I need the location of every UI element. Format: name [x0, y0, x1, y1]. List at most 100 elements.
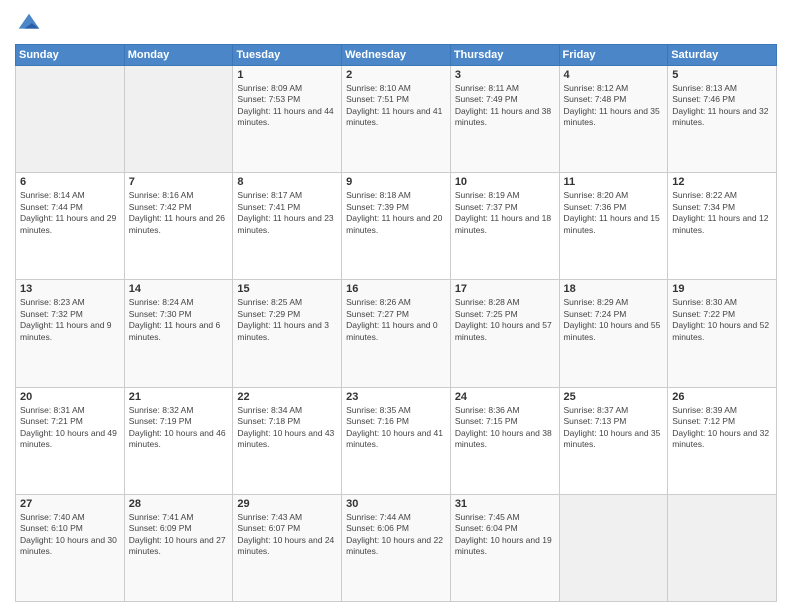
day-number: 21	[129, 391, 229, 403]
day-info: Sunrise: 8:29 AM Sunset: 7:24 PM Dayligh…	[564, 297, 664, 343]
day-number: 18	[564, 283, 664, 295]
header	[15, 10, 777, 38]
day-number: 17	[455, 283, 555, 295]
calendar-cell: 26 Sunrise: 8:39 AM Sunset: 7:12 PM Dayli…	[668, 387, 777, 494]
day-number: 8	[237, 176, 337, 188]
day-info: Sunrise: 8:10 AM Sunset: 7:51 PM Dayligh…	[346, 83, 446, 129]
day-info: Sunrise: 8:22 AM Sunset: 7:34 PM Dayligh…	[672, 190, 772, 236]
calendar-cell: 29Sunrise: 7:43 AM Sunset: 6:07 PM Dayli…	[233, 494, 342, 601]
calendar-cell	[668, 494, 777, 601]
day-info: Sunrise: 8:11 AM Sunset: 7:49 PM Dayligh…	[455, 83, 555, 129]
calendar-week-4: 27 Sunrise: 7:40 AM Sunset: 6:10 PM Dayli…	[16, 494, 777, 601]
day-info: Sunrise: 8:39 AM Sunset: 7:12 PM Dayligh…	[672, 405, 772, 451]
calendar-cell: 10 Sunrise: 8:19 AM Sunset: 7:37 PM Dayli…	[450, 173, 559, 280]
day-info: Sunrise: 8:30 AM Sunset: 7:22 PM Dayligh…	[672, 297, 772, 343]
calendar-cell: 6Sunrise: 8:14 AM Sunset: 7:44 PM Daylig…	[16, 173, 125, 280]
day-number: 9	[346, 176, 446, 188]
day-info: Sunrise: 8:37 AM Sunset: 7:13 PM Dayligh…	[564, 405, 664, 451]
calendar-cell: 24Sunrise: 8:36 AM Sunset: 7:15 PM Dayli…	[450, 387, 559, 494]
day-number: 30	[346, 498, 446, 510]
day-number: 3	[455, 69, 555, 81]
calendar-cell: 8 Sunrise: 8:17 AM Sunset: 7:41 PM Daylig…	[233, 173, 342, 280]
day-info: Sunrise: 7:45 AM Sunset: 6:04 PM Dayligh…	[455, 512, 555, 558]
day-info: Sunrise: 8:34 AM Sunset: 7:18 PM Dayligh…	[237, 405, 337, 451]
col-header-monday: Monday	[124, 45, 233, 66]
day-info: Sunrise: 8:16 AM Sunset: 7:42 PM Dayligh…	[129, 190, 229, 236]
day-number: 19	[672, 283, 772, 295]
day-number: 23	[346, 391, 446, 403]
calendar-week-2: 13 Sunrise: 8:23 AM Sunset: 7:32 PM Dayli…	[16, 280, 777, 387]
day-number: 13	[20, 283, 120, 295]
calendar-cell: 21 Sunrise: 8:32 AM Sunset: 7:19 PM Dayli…	[124, 387, 233, 494]
day-number: 28	[129, 498, 229, 510]
calendar-cell: 18 Sunrise: 8:29 AM Sunset: 7:24 PM Dayli…	[559, 280, 668, 387]
day-info: Sunrise: 8:13 AM Sunset: 7:46 PM Dayligh…	[672, 83, 772, 129]
calendar-cell: 19 Sunrise: 8:30 AM Sunset: 7:22 PM Dayli…	[668, 280, 777, 387]
calendar-cell: 28 Sunrise: 7:41 AM Sunset: 6:09 PM Dayli…	[124, 494, 233, 601]
day-info: Sunrise: 8:19 AM Sunset: 7:37 PM Dayligh…	[455, 190, 555, 236]
day-info: Sunrise: 8:25 AM Sunset: 7:29 PM Dayligh…	[237, 297, 337, 343]
calendar-cell: 15 Sunrise: 8:25 AM Sunset: 7:29 PM Dayli…	[233, 280, 342, 387]
calendar-cell	[559, 494, 668, 601]
calendar-cell: 11 Sunrise: 8:20 AM Sunset: 7:36 PM Dayli…	[559, 173, 668, 280]
day-info: Sunrise: 7:41 AM Sunset: 6:09 PM Dayligh…	[129, 512, 229, 558]
calendar-cell	[124, 66, 233, 173]
day-number: 4	[564, 69, 664, 81]
calendar-cell: 9Sunrise: 8:18 AM Sunset: 7:39 PM Daylig…	[342, 173, 451, 280]
day-number: 14	[129, 283, 229, 295]
day-info: Sunrise: 7:40 AM Sunset: 6:10 PM Dayligh…	[20, 512, 120, 558]
day-number: 29	[237, 498, 337, 510]
col-header-saturday: Saturday	[668, 45, 777, 66]
day-info: Sunrise: 8:14 AM Sunset: 7:44 PM Dayligh…	[20, 190, 120, 236]
calendar-cell: 31 Sunrise: 7:45 AM Sunset: 6:04 PM Dayli…	[450, 494, 559, 601]
day-info: Sunrise: 8:17 AM Sunset: 7:41 PM Dayligh…	[237, 190, 337, 236]
day-info: Sunrise: 8:23 AM Sunset: 7:32 PM Dayligh…	[20, 297, 120, 343]
day-number: 20	[20, 391, 120, 403]
calendar-cell: 20Sunrise: 8:31 AM Sunset: 7:21 PM Dayli…	[16, 387, 125, 494]
day-info: Sunrise: 8:20 AM Sunset: 7:36 PM Dayligh…	[564, 190, 664, 236]
calendar-header-row: SundayMondayTuesdayWednesdayThursdayFrid…	[16, 45, 777, 66]
day-number: 26	[672, 391, 772, 403]
calendar-table: SundayMondayTuesdayWednesdayThursdayFrid…	[15, 44, 777, 602]
col-header-thursday: Thursday	[450, 45, 559, 66]
day-info: Sunrise: 8:12 AM Sunset: 7:48 PM Dayligh…	[564, 83, 664, 129]
col-header-wednesday: Wednesday	[342, 45, 451, 66]
day-number: 22	[237, 391, 337, 403]
calendar-cell: 27 Sunrise: 7:40 AM Sunset: 6:10 PM Dayli…	[16, 494, 125, 601]
day-info: Sunrise: 8:09 AM Sunset: 7:53 PM Dayligh…	[237, 83, 337, 129]
calendar-week-0: 1Sunrise: 8:09 AM Sunset: 7:53 PM Daylig…	[16, 66, 777, 173]
calendar-week-3: 20Sunrise: 8:31 AM Sunset: 7:21 PM Dayli…	[16, 387, 777, 494]
calendar-cell: 13 Sunrise: 8:23 AM Sunset: 7:32 PM Dayli…	[16, 280, 125, 387]
page: SundayMondayTuesdayWednesdayThursdayFrid…	[0, 0, 792, 612]
col-header-friday: Friday	[559, 45, 668, 66]
calendar-cell: 4 Sunrise: 8:12 AM Sunset: 7:48 PM Daylig…	[559, 66, 668, 173]
calendar-cell: 17Sunrise: 8:28 AM Sunset: 7:25 PM Dayli…	[450, 280, 559, 387]
calendar-cell: 7 Sunrise: 8:16 AM Sunset: 7:42 PM Daylig…	[124, 173, 233, 280]
day-number: 27	[20, 498, 120, 510]
calendar-cell: 12 Sunrise: 8:22 AM Sunset: 7:34 PM Dayli…	[668, 173, 777, 280]
day-number: 25	[564, 391, 664, 403]
calendar-cell: 30 Sunrise: 7:44 AM Sunset: 6:06 PM Dayli…	[342, 494, 451, 601]
day-number: 7	[129, 176, 229, 188]
day-number: 5	[672, 69, 772, 81]
calendar-cell: 3 Sunrise: 8:11 AM Sunset: 7:49 PM Daylig…	[450, 66, 559, 173]
day-number: 16	[346, 283, 446, 295]
calendar-cell: 22 Sunrise: 8:34 AM Sunset: 7:18 PM Dayli…	[233, 387, 342, 494]
logo-icon	[15, 10, 43, 38]
calendar-cell: 23 Sunrise: 8:35 AM Sunset: 7:16 PM Dayli…	[342, 387, 451, 494]
day-info: Sunrise: 8:32 AM Sunset: 7:19 PM Dayligh…	[129, 405, 229, 451]
day-number: 10	[455, 176, 555, 188]
calendar-cell: 14 Sunrise: 8:24 AM Sunset: 7:30 PM Dayli…	[124, 280, 233, 387]
day-number: 31	[455, 498, 555, 510]
calendar-cell: 5 Sunrise: 8:13 AM Sunset: 7:46 PM Daylig…	[668, 66, 777, 173]
col-header-sunday: Sunday	[16, 45, 125, 66]
day-number: 11	[564, 176, 664, 188]
calendar-week-1: 6Sunrise: 8:14 AM Sunset: 7:44 PM Daylig…	[16, 173, 777, 280]
day-number: 15	[237, 283, 337, 295]
day-info: Sunrise: 8:24 AM Sunset: 7:30 PM Dayligh…	[129, 297, 229, 343]
day-info: Sunrise: 7:44 AM Sunset: 6:06 PM Dayligh…	[346, 512, 446, 558]
day-info: Sunrise: 8:36 AM Sunset: 7:15 PM Dayligh…	[455, 405, 555, 451]
day-number: 12	[672, 176, 772, 188]
day-info: Sunrise: 8:35 AM Sunset: 7:16 PM Dayligh…	[346, 405, 446, 451]
calendar-cell: 25 Sunrise: 8:37 AM Sunset: 7:13 PM Dayli…	[559, 387, 668, 494]
